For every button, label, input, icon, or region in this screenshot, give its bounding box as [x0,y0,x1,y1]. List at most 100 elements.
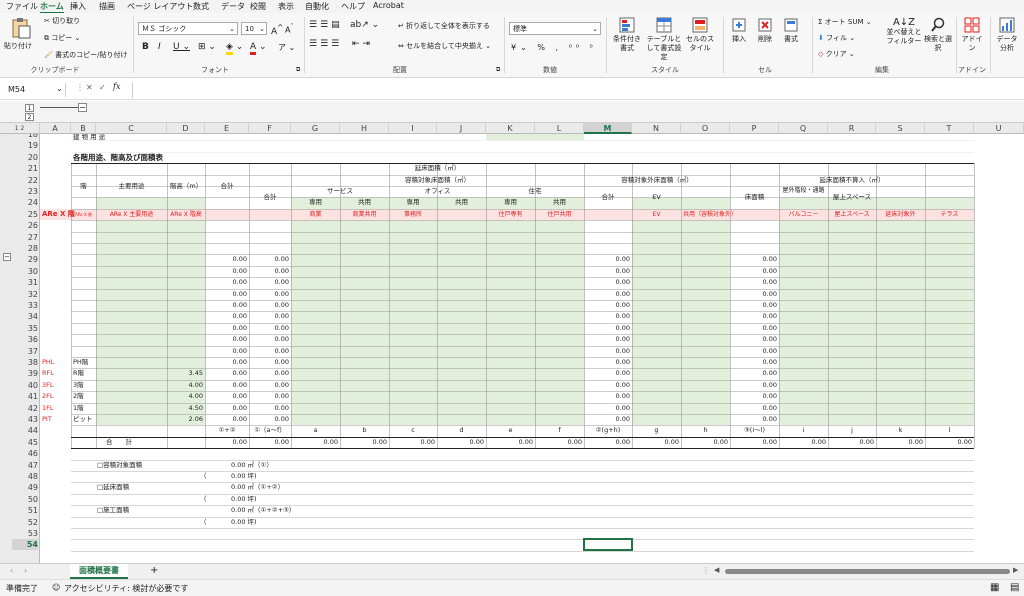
cell-number[interactable]: 0.00 [586,403,630,414]
vertical-align-buttons[interactable]: ☰☰▤ [309,21,343,30]
col-header[interactable]: G [291,123,340,134]
indent-buttons[interactable]: ⇤⇥ [352,40,373,49]
row-header[interactable]: 30 [12,266,38,277]
fill-color-button[interactable]: ◈ ⌄ [226,42,243,55]
cell-number[interactable]: 0.00 [732,346,777,357]
row-header[interactable]: 39 [12,368,38,379]
collapse-button[interactable]: − [78,103,87,112]
header-cell[interactable]: 合計 [586,186,630,208]
cut-button[interactable]: ✂ 切り取り [44,17,80,26]
summary-value[interactable]: 0.00 坪) [231,517,318,528]
row-header[interactable]: 42 [12,403,38,414]
summary-value[interactable]: 0.00 坪) [231,494,318,505]
col-header[interactable]: E [205,123,249,134]
orientation-button[interactable]: ab↗ ⌄ [350,21,379,30]
header-cell[interactable]: 床面積 [732,186,777,208]
row-header[interactable]: 35 [12,323,38,334]
name-box[interactable]: M54 ⌄ [4,83,66,97]
col-header[interactable]: N [632,123,681,134]
cell-number[interactable]: 0.00 [732,437,777,448]
row-header[interactable]: 21 [12,163,38,174]
col-header[interactable]: O [681,123,730,134]
cell-number[interactable]: 4.00 [169,391,203,402]
formula-input[interactable] [132,82,1020,98]
cell[interactable]: PH階 [73,357,94,368]
cell-red[interactable] [207,209,247,220]
cell-number[interactable]: 0.00 [251,414,289,425]
cell-red[interactable]: バルコニー [781,209,826,220]
row-header[interactable]: 48 [12,471,38,482]
cell-number[interactable]: 0.00 [251,403,289,414]
row-header[interactable]: 29 [12,254,38,265]
cell[interactable]: 建 物 用 途 [73,134,165,143]
header-cell[interactable]: 主要用途 [98,175,165,197]
header-cell[interactable]: 階高（m） [169,175,203,197]
menu-4[interactable]: ページ レイアウト [127,1,193,12]
row-header[interactable]: 43 [12,414,38,425]
cell-number[interactable]: 0.00 [207,403,247,414]
cell-red[interactable]: 商業 [293,209,338,220]
header-cell[interactable]: g [634,425,679,436]
row-header[interactable]: 19 [12,140,38,151]
format-painter-button[interactable]: 🖌 書式のコピー/貼り付け [44,51,127,60]
cell-red[interactable]: RFL [42,368,69,379]
cell-number[interactable]: 0.00 [586,277,630,288]
header-cell[interactable]: ①+② [207,425,247,436]
addin-button[interactable]: アドイン [960,17,984,53]
row-header[interactable]: 41 [12,391,38,402]
cell-red[interactable]: ARe X 階 [73,209,94,220]
number-buttons[interactable]: ¥⌄ % , ⁰⁰ ⁰ [511,43,597,52]
cell-number[interactable]: 0.00 [732,403,777,414]
header-cell[interactable]: b [342,425,387,436]
cell-red[interactable]: 屋上スペース [830,209,874,220]
total-label[interactable]: 合 計 [73,437,165,448]
cell-number[interactable]: 0.00 [732,266,777,277]
cell-number[interactable]: 0.00 [207,334,247,345]
cell-number[interactable]: 4.50 [169,403,203,414]
header-cell[interactable]: 延床面積（㎡） [293,163,582,174]
cell-number[interactable]: 0.00 [488,437,533,448]
summary-value[interactable]: 0.00 ㎡（①） [231,460,318,471]
cell-number[interactable]: 0.00 [207,277,247,288]
paste-button[interactable]: 貼り付け [4,17,36,50]
cell-number[interactable]: 0.00 [251,368,289,379]
menu-3[interactable]: 描画 [99,1,115,12]
cell-number[interactable]: 0.00 [732,380,777,391]
col-header[interactable]: F [249,123,291,134]
fill-button[interactable]: ⬇ フィル ⌄ [818,34,855,43]
cell-red[interactable]: 延床対象外 [878,209,923,220]
cell-number[interactable]: 0.00 [634,437,679,448]
wrap-text-button[interactable]: ↵ 折り返して全体を表示する [398,22,490,31]
cell-number[interactable]: 0.00 [207,289,247,300]
row-header[interactable]: 50 [12,494,38,505]
col-header[interactable]: R [828,123,876,134]
cell-number[interactable] [169,357,203,368]
row-header[interactable]: 38 [12,357,38,368]
col-header[interactable]: T [925,123,974,134]
menu-5[interactable]: 数式 [193,1,209,12]
data-analysis-button[interactable]: データ分析 [994,17,1020,53]
menu-9[interactable]: 自動化 [305,1,329,12]
header-cell[interactable]: c [391,425,435,436]
cell-number[interactable]: 0.00 [732,334,777,345]
cell-number[interactable]: 2.06 [169,414,203,425]
outline-level-2-button[interactable]: 2 [25,113,34,121]
header-cell[interactable]: l [927,425,972,436]
header-cell[interactable]: 専用 [391,197,435,208]
header-cell[interactable]: h [683,425,728,436]
header-cell[interactable]: 合計 [207,175,247,197]
cell-number[interactable]: 0.00 [586,391,630,402]
worksheet-grid[interactable]: 18 19 20 21 22 23 24 25 26 27 28 29 30 31 32 33 34 35 36 37… [0,134,1024,563]
row-header[interactable]: 31 [12,277,38,288]
insert-cells-button[interactable]: 挿入 [728,17,750,44]
header-cell[interactable]: 屋外階段・通路 [781,186,826,208]
add-sheet-icon[interactable]: + [150,565,158,576]
row-header[interactable]: 28 [12,243,38,254]
summary-label[interactable]: □施工面積 [73,505,203,516]
cell-number[interactable]: 0.00 [251,346,289,357]
cell-number[interactable]: 0.00 [732,311,777,322]
row-header[interactable]: 25 [12,209,38,220]
cell-number[interactable]: 0.00 [878,437,923,448]
row-header[interactable]: 23 [12,186,38,197]
cell-red[interactable] [251,209,289,220]
